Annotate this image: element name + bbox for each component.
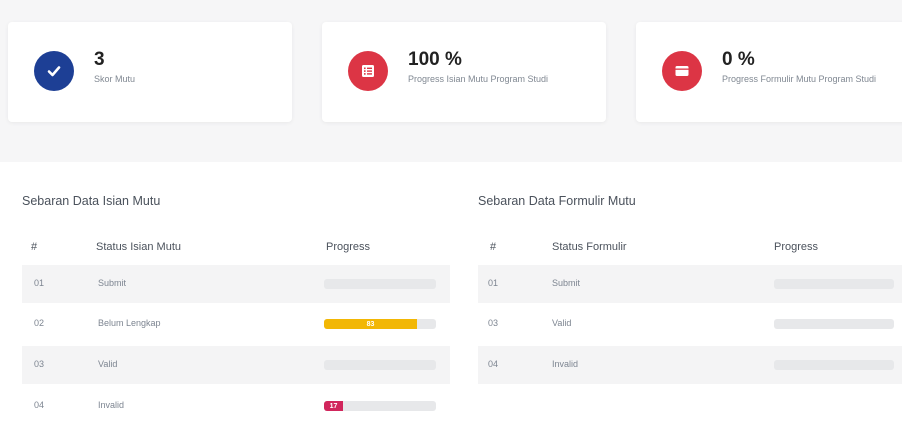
col-status: Status Isian Mutu <box>96 241 181 253</box>
table-row: 02 Belum Lengkap 83 <box>22 305 450 343</box>
row-status: Belum Lengkap <box>98 318 161 328</box>
row-status: Invalid <box>98 400 125 410</box>
stat-label: Skor Mutu <box>94 74 136 84</box>
row-number: 01 <box>488 278 499 288</box>
table-row: 04 Invalid <box>478 346 902 384</box>
col-number: # <box>31 241 38 253</box>
table-row: 04 Invalid 17 <box>22 387 450 425</box>
formulir-mutu-panel: Sebaran Data Formulir Mutu # Status Form… <box>462 162 902 432</box>
stat-value: 3 <box>94 49 105 70</box>
stat-card-progress-formulir: 0 % Progress Formulir Mutu Program Studi <box>636 22 902 122</box>
progress-bar <box>774 279 894 289</box>
col-number: # <box>490 241 497 253</box>
row-number: 03 <box>488 318 499 328</box>
row-number: 02 <box>34 318 45 328</box>
row-status: Submit <box>98 278 127 288</box>
col-progress: Progress <box>326 241 371 253</box>
stat-label: Progress Formulir Mutu Program Studi <box>722 74 877 84</box>
table-row: 01 Submit <box>478 265 902 303</box>
stat-card-skor-mutu: 3 Skor Mutu <box>8 22 292 122</box>
table-row: 03 Valid <box>478 305 902 343</box>
row-number: 04 <box>34 400 45 410</box>
progress-bar <box>774 319 894 329</box>
col-progress: Progress <box>774 241 819 253</box>
table-header: # Status Formulir Progress <box>462 235 902 261</box>
progress-fill: 17 <box>324 401 344 411</box>
col-status: Status Formulir <box>552 241 627 253</box>
row-number: 03 <box>34 359 45 369</box>
list-icon <box>348 51 388 91</box>
row-number: 01 <box>34 278 45 288</box>
progress-bar <box>324 360 436 370</box>
row-status: Invalid <box>552 359 579 369</box>
progress-bar <box>774 360 894 370</box>
check-circle-icon <box>34 51 74 91</box>
stat-value: 0 % <box>722 49 755 70</box>
row-status: Submit <box>552 278 581 288</box>
table-header: # Status Isian Mutu Progress <box>0 235 462 261</box>
progress-bar: 83 <box>324 319 436 329</box>
progress-bar <box>324 279 436 289</box>
progress-fill: 83 <box>324 319 417 329</box>
isian-mutu-panel: Sebaran Data Isian Mutu # Status Isian M… <box>0 162 462 432</box>
row-status: Valid <box>552 318 572 328</box>
panel-title: Sebaran Data Formulir Mutu <box>478 194 636 208</box>
stat-value: 100 % <box>408 49 462 70</box>
row-number: 04 <box>488 359 499 369</box>
progress-bar: 17 <box>324 401 436 411</box>
form-icon <box>662 51 702 91</box>
stat-label: Progress Isian Mutu Program Studi <box>408 74 549 84</box>
table-row: 03 Valid <box>22 346 450 384</box>
panel-title: Sebaran Data Isian Mutu <box>22 194 161 208</box>
table-row: 01 Submit <box>22 265 450 303</box>
stat-card-progress-isian: 100 % Progress Isian Mutu Program Studi <box>322 22 606 122</box>
row-status: Valid <box>98 359 118 369</box>
